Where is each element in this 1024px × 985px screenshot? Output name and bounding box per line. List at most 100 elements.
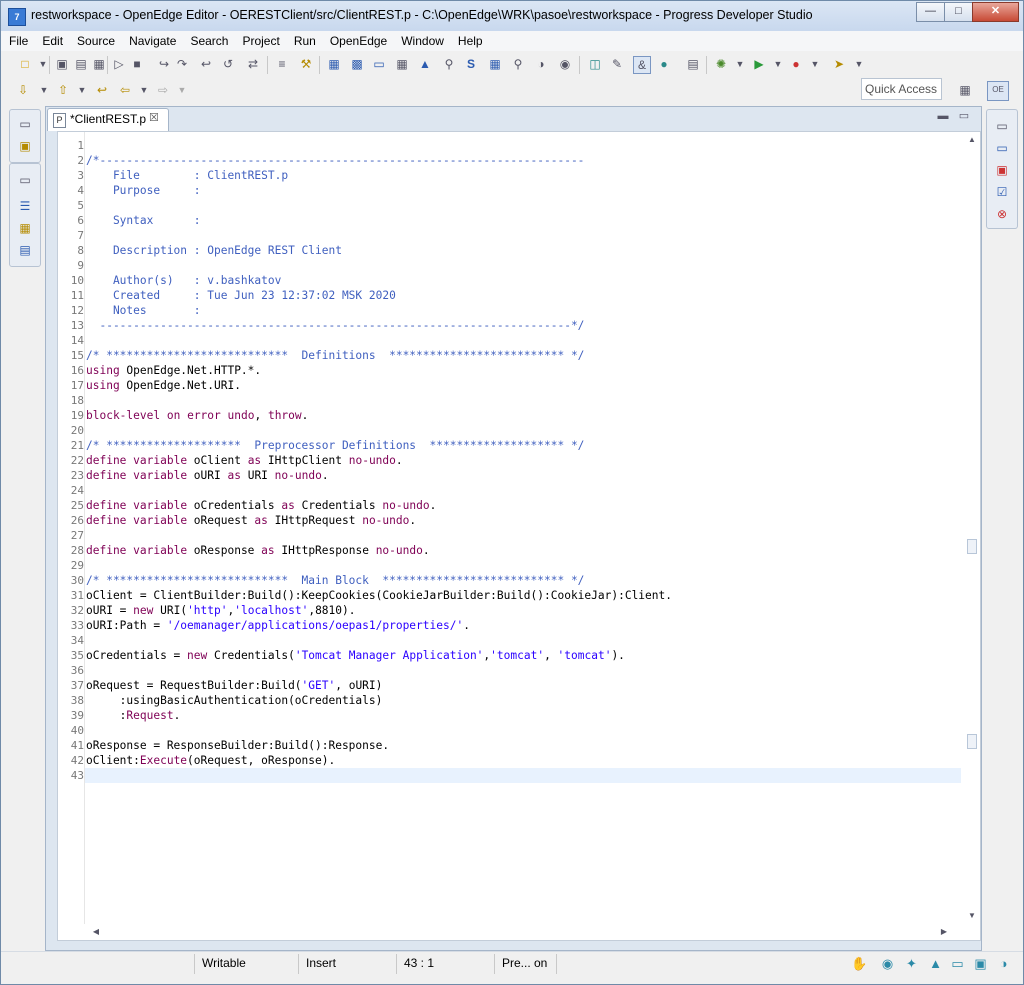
close-tab-icon[interactable]: ☒ [149, 111, 159, 124]
code-line[interactable]: :Request. [86, 708, 181, 723]
code-line[interactable]: /*--------------------------------------… [86, 153, 584, 168]
code-line[interactable]: oClient:Execute(oRequest, oResponse). [86, 753, 335, 768]
menu-project[interactable]: Project [235, 34, 286, 48]
debug-dropdown-icon[interactable]: ▼ [732, 56, 748, 72]
step-into-icon[interactable]: ↪ [156, 56, 172, 72]
code-line[interactable]: oResponse = ResponseBuilder:Build():Resp… [86, 738, 389, 753]
menu-run[interactable]: Run [287, 34, 323, 48]
star-icon[interactable]: ✦ [903, 956, 920, 972]
code-line[interactable]: Author(s) : v.bashkatov [86, 273, 281, 288]
layout-icon[interactable]: ▦ [394, 56, 410, 72]
project-explorer-icon[interactable]: ▣ [17, 138, 33, 154]
menu-window[interactable]: Window [394, 34, 451, 48]
save-icon[interactable]: ▣ [54, 56, 70, 72]
code-line[interactable]: oURI = new URI('http','localhost',8810). [86, 603, 355, 618]
restore-icon[interactable]: ▭ [17, 116, 33, 132]
code-line[interactable]: /* *************************** Definitio… [86, 348, 584, 363]
code-line[interactable]: oURI:Path = '/oemanager/applications/oep… [86, 618, 470, 633]
hand-icon[interactable]: ✋ [851, 956, 868, 972]
resume-icon[interactable]: ▷ [111, 56, 127, 72]
hierarchy-icon[interactable]: ▦ [17, 220, 33, 236]
code-line[interactable]: File : ClientREST.p [86, 168, 288, 183]
bug-icon[interactable]: ✺ [713, 56, 729, 72]
report-icon[interactable]: ▲ [417, 56, 433, 72]
next-annotation-icon[interactable]: ⇩ [15, 82, 31, 98]
code-line[interactable]: :usingBasicAuthentication(oCredentials) [86, 693, 383, 708]
problems-icon[interactable]: ▣ [994, 162, 1010, 178]
code-line[interactable]: define variable oCredentials as Credenti… [86, 498, 436, 513]
run-icon[interactable]: ▶ [751, 56, 767, 72]
globe-icon[interactable]: ◑ [533, 56, 549, 72]
code-line[interactable]: using OpenEdge.Net.HTTP.*. [86, 363, 261, 378]
menu-navigate[interactable]: Navigate [122, 34, 183, 48]
window-icon[interactable]: ▩ [349, 56, 365, 72]
use-step-filters-icon[interactable]: ⇄ [245, 56, 261, 72]
maximize-editor-icon[interactable]: ▭ [956, 108, 972, 124]
next-dropdown-icon[interactable]: ▼ [36, 82, 52, 98]
code-line[interactable]: block-level on error undo, throw. [86, 408, 308, 423]
drop-frame-icon[interactable]: ↺ [220, 56, 236, 72]
connect-icon[interactable]: ● [656, 56, 672, 72]
overview-marker[interactable] [967, 539, 977, 554]
deploy-dropdown-icon[interactable]: ▼ [851, 56, 867, 72]
procedure-icon[interactable]: ◉ [557, 56, 573, 72]
save-all-icon[interactable]: ▤ [73, 56, 89, 72]
database-icon[interactable]: ◫ [587, 56, 603, 72]
grid-icon[interactable]: ▦ [326, 56, 342, 72]
quick-access-input[interactable]: Quick Access [861, 78, 942, 100]
scroll-down-icon[interactable]: ▼ [964, 908, 980, 924]
close-window-button[interactable]: ✕ [972, 2, 1019, 22]
code-line[interactable]: Syntax : [86, 213, 201, 228]
code-line[interactable]: oCredentials = new Credentials('Tomcat M… [86, 648, 625, 663]
paint-icon[interactable]: ▲ [927, 956, 944, 972]
code-editor[interactable]: 1 2/*------------------------------------… [57, 131, 981, 941]
menu-openedge[interactable]: OpenEdge [323, 34, 394, 48]
step-over-icon[interactable]: ↷ [174, 56, 190, 72]
maximize-button[interactable]: □ [944, 2, 973, 22]
code-line[interactable]: Description : OpenEdge REST Client [86, 243, 342, 258]
error-log-icon[interactable]: ⊗ [994, 206, 1010, 222]
folder-icon[interactable]: ▣ [972, 956, 989, 972]
build-icon[interactable]: ⚒ [298, 56, 314, 72]
outline-icon[interactable]: ☰ [17, 198, 33, 214]
properties-icon[interactable]: ▤ [17, 242, 33, 258]
code-line[interactable]: oClient = ClientBuilder:Build():KeepCook… [86, 588, 672, 603]
pen-icon[interactable]: ✎ [609, 56, 625, 72]
forward-dropdown-icon[interactable]: ▼ [174, 82, 190, 98]
last-edit-icon[interactable]: ↩ [94, 82, 110, 98]
code-line[interactable]: oRequest = RequestBuilder:Build('GET', o… [86, 678, 382, 693]
tab-clientrest[interactable]: P *ClientREST.p ☒ [47, 108, 169, 131]
back-dropdown-icon[interactable]: ▼ [136, 82, 152, 98]
code-line[interactable]: define variable oURI as URI no-undo. [86, 468, 329, 483]
horizontal-scrollbar[interactable]: ◀ ▶ [58, 924, 963, 940]
back-icon[interactable]: ⇦ [117, 82, 133, 98]
menu-file[interactable]: File [1, 34, 35, 48]
minimize-editor-icon[interactable]: ▬ [935, 108, 951, 124]
new-icon[interactable]: □ [17, 56, 33, 72]
scroll-right-icon[interactable]: ▶ [936, 924, 952, 940]
open-perspective-icon[interactable]: ▦ [957, 82, 973, 98]
code-line[interactable]: /* ******************** Preprocessor Def… [86, 438, 584, 453]
restore-icon[interactable]: ▭ [17, 172, 33, 188]
minimize-button[interactable]: — [916, 2, 945, 22]
format-icon[interactable]: ≡ [274, 56, 290, 72]
tools-dropdown-icon[interactable]: ▼ [807, 56, 823, 72]
previous-annotation-icon[interactable]: ⇧ [55, 82, 71, 98]
code-line[interactable]: using OpenEdge.Net.URI. [86, 378, 241, 393]
code-line[interactable]: /* *************************** Main Bloc… [86, 573, 584, 588]
code-line[interactable]: ----------------------------------------… [86, 318, 584, 333]
overview-marker[interactable] [967, 734, 977, 749]
code-line[interactable]: define variable oClient as IHttpClient n… [86, 453, 403, 468]
vertical-scrollbar[interactable]: ▲ ▼ [963, 132, 980, 924]
restore-icon[interactable]: ▭ [994, 118, 1010, 134]
sql-icon[interactable]: S [463, 56, 479, 72]
prev-dropdown-icon[interactable]: ▼ [74, 82, 90, 98]
console-icon[interactable]: ▭ [994, 140, 1010, 156]
menu-edit[interactable]: Edit [35, 34, 70, 48]
menu-search[interactable]: Search [183, 34, 235, 48]
code-line[interactable]: Notes : [86, 303, 201, 318]
code-line[interactable]: Created : Tue Jun 23 12:37:02 MSK 2020 [86, 288, 396, 303]
scroll-up-icon[interactable]: ▲ [964, 132, 980, 148]
presentation-icon[interactable]: ▭ [949, 956, 966, 972]
code-line[interactable]: Purpose : [86, 183, 201, 198]
